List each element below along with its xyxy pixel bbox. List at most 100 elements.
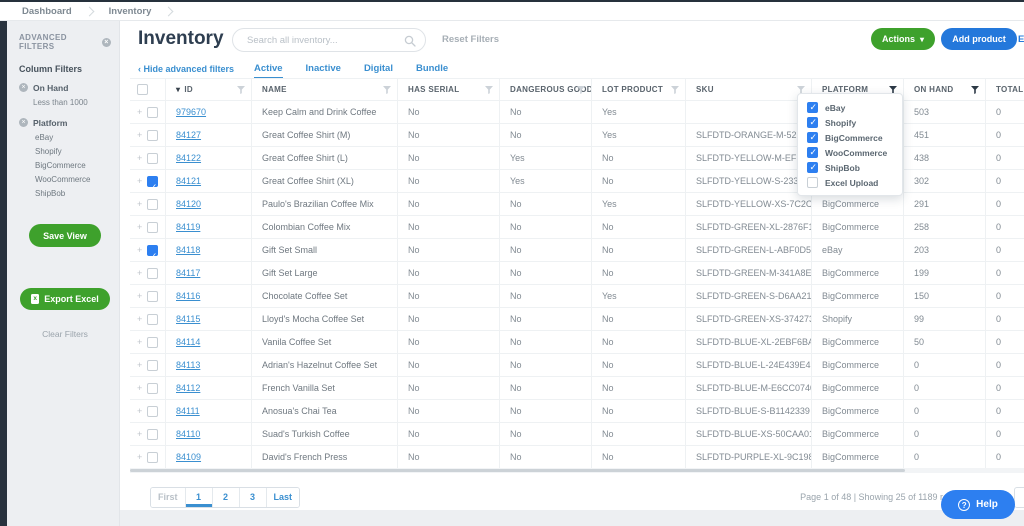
dropdown-option[interactable]: Excel Upload [798, 175, 902, 190]
sort-caret-icon[interactable]: ▾ [176, 85, 180, 94]
row-expander-icon[interactable]: + [137, 383, 142, 393]
product-id-link[interactable]: 84122 [176, 153, 201, 163]
filter-funnel-icon[interactable] [383, 86, 391, 94]
first-page-button[interactable]: First [151, 488, 185, 507]
row-expander-icon[interactable]: + [137, 360, 142, 370]
dropdown-option[interactable]: BigCommerce [798, 130, 902, 145]
product-id-link[interactable]: 84127 [176, 130, 201, 140]
row-checkbox[interactable] [147, 106, 159, 118]
product-id-link[interactable]: 84115 [176, 314, 200, 324]
last-page-button[interactable]: Last [265, 488, 300, 507]
filter-funnel-icon[interactable] [237, 86, 245, 94]
export-excel-button[interactable]: Export Excel [20, 288, 110, 310]
hide-advanced-filters-link[interactable]: ‹ Hide advanced filters [138, 64, 234, 74]
filter-funnel-icon[interactable] [971, 86, 979, 94]
edit-product-button[interactable]: Ed [1018, 34, 1024, 45]
option-checkbox[interactable] [807, 117, 818, 128]
save-view-button[interactable]: Save View [29, 224, 101, 247]
dropdown-option[interactable]: WooCommerce [798, 145, 902, 160]
row-checkbox[interactable] [147, 359, 159, 371]
clear-filters-link[interactable]: Clear Filters [19, 329, 111, 339]
row-expander-icon[interactable]: + [137, 406, 142, 416]
row-expander-icon[interactable]: + [137, 291, 142, 301]
row-expander-icon[interactable]: + [137, 130, 142, 140]
product-id-link[interactable]: 84111 [176, 406, 200, 416]
row-expander-icon[interactable]: + [137, 107, 142, 117]
row-checkbox[interactable] [147, 221, 159, 233]
row-checkbox[interactable] [147, 290, 159, 302]
row-expander-icon[interactable]: + [137, 199, 142, 209]
row-checkbox[interactable] [147, 382, 159, 394]
product-id-link[interactable]: 84112 [176, 383, 200, 393]
row-checkbox[interactable] [147, 129, 159, 141]
row-checkbox[interactable] [147, 336, 159, 348]
row-expander-icon[interactable]: + [137, 153, 142, 163]
row-checkbox[interactable] [147, 451, 159, 463]
dropdown-option[interactable]: ShipBob [798, 160, 902, 175]
page-button-3[interactable]: 3 [238, 488, 266, 507]
tab-inactive[interactable]: Inactive [306, 63, 341, 77]
product-id-link[interactable]: 84119 [176, 222, 200, 232]
product-id-link[interactable]: 84117 [176, 268, 200, 278]
product-id-link[interactable]: 84109 [176, 452, 201, 462]
option-checkbox[interactable] [807, 132, 818, 143]
column-header-total[interactable]: TOTAL [986, 79, 1024, 101]
column-header-name[interactable]: NAME [252, 79, 398, 101]
select-all-checkbox[interactable] [137, 84, 148, 95]
row-checkbox[interactable] [147, 198, 159, 210]
dropdown-option[interactable]: eBay [798, 100, 902, 115]
product-id-link[interactable]: 84116 [176, 291, 200, 301]
scrollbar-thumb[interactable] [130, 469, 905, 472]
filter-funnel-icon[interactable] [577, 86, 585, 94]
tab-digital[interactable]: Digital [364, 63, 393, 77]
row-checkbox[interactable] [147, 313, 159, 325]
breadcrumb-item[interactable]: Inventory [109, 6, 152, 17]
option-checkbox[interactable] [807, 162, 818, 173]
page-size-box[interactable] [1014, 487, 1024, 508]
column-header-lot[interactable]: LOT PRODUCT [592, 79, 686, 101]
row-expander-icon[interactable]: + [137, 268, 142, 278]
close-filters-icon[interactable]: × [102, 37, 111, 47]
option-checkbox[interactable] [807, 102, 818, 113]
option-checkbox[interactable] [807, 177, 818, 188]
help-button[interactable]: Help [941, 490, 1015, 519]
row-expander-icon[interactable]: + [137, 314, 142, 324]
remove-filter-icon[interactable]: × [19, 83, 28, 92]
add-product-button[interactable]: Add product [941, 28, 1017, 50]
column-header-serial[interactable]: HAS SERIAL [398, 79, 500, 101]
filter-funnel-icon[interactable] [671, 86, 679, 94]
row-expander-icon[interactable]: + [137, 176, 142, 186]
row-checkbox[interactable] [147, 175, 159, 192]
search-input[interactable] [232, 28, 426, 52]
remove-filter-icon[interactable]: × [19, 118, 28, 127]
row-checkbox[interactable] [147, 428, 159, 440]
horizontal-scrollbar[interactable] [130, 468, 1024, 473]
column-header-onhand[interactable]: ON HAND [904, 79, 986, 101]
breadcrumb-item[interactable]: Dashboard [22, 6, 72, 17]
product-id-link[interactable]: 84120 [176, 199, 201, 209]
option-checkbox[interactable] [807, 147, 818, 158]
reset-filters-link[interactable]: Reset Filters [442, 34, 499, 45]
filter-funnel-icon[interactable] [485, 86, 493, 94]
row-checkbox[interactable] [147, 267, 159, 279]
product-id-link[interactable]: 84110 [176, 429, 200, 439]
dropdown-option[interactable]: Shopify [798, 115, 902, 130]
product-id-link[interactable]: 979670 [176, 107, 206, 117]
product-id-link[interactable]: 84114 [176, 337, 200, 347]
tab-active[interactable]: Active [254, 63, 283, 79]
row-expander-icon[interactable]: + [137, 245, 142, 255]
row-checkbox[interactable] [147, 152, 159, 164]
column-header-id[interactable]: ▾ ID [166, 79, 252, 101]
page-button-1[interactable]: 1 [184, 488, 212, 507]
actions-button[interactable]: Actions [871, 28, 935, 50]
product-id-link[interactable]: 84118 [176, 245, 200, 255]
row-checkbox[interactable] [147, 405, 159, 417]
row-expander-icon[interactable]: + [137, 429, 142, 439]
tab-bundle[interactable]: Bundle [416, 63, 448, 77]
column-header-sku[interactable]: SKU [686, 79, 812, 101]
row-checkbox[interactable] [147, 244, 159, 261]
row-expander-icon[interactable]: + [137, 452, 142, 462]
row-expander-icon[interactable]: + [137, 222, 142, 232]
column-header-danger[interactable]: DANGEROUS GOODS [500, 79, 592, 101]
page-button-2[interactable]: 2 [211, 488, 239, 507]
